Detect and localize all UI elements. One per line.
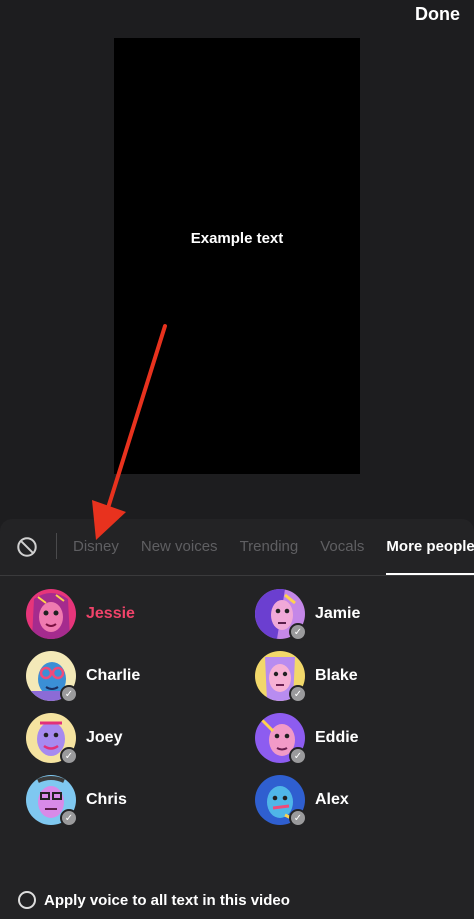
preview-text: Example text bbox=[190, 229, 284, 247]
voice-alex[interactable]: ✓ Alex bbox=[255, 775, 349, 827]
apply-radio[interactable] bbox=[18, 891, 36, 909]
voice-charlie[interactable]: ✓ Charlie bbox=[26, 651, 141, 703]
voice-eddie[interactable]: ✓ Eddie bbox=[255, 713, 359, 765]
tab-divider bbox=[56, 533, 57, 559]
voice-name: Charlie bbox=[86, 667, 141, 684]
voice-blake[interactable]: ✓ Blake bbox=[255, 651, 358, 703]
voice-name: Joey bbox=[86, 729, 123, 746]
voice-chris[interactable]: ✓ Chris bbox=[26, 775, 127, 827]
video-preview: Example text bbox=[114, 38, 360, 474]
check-icon: ✓ bbox=[289, 747, 307, 765]
voice-name: Eddie bbox=[315, 729, 359, 746]
avatar: ✓ bbox=[255, 775, 307, 827]
tab-list: Disney New voices Trending Vocals More p… bbox=[73, 519, 474, 575]
avatar: ✓ bbox=[26, 713, 78, 765]
check-icon: ✓ bbox=[289, 809, 307, 827]
voice-name: Blake bbox=[315, 667, 358, 684]
tab-disney[interactable]: Disney bbox=[73, 519, 119, 575]
avatar: ✓ bbox=[255, 589, 307, 641]
voice-name: Chris bbox=[86, 791, 127, 808]
check-icon: ✓ bbox=[60, 685, 78, 703]
check-icon: ✓ bbox=[289, 685, 307, 703]
voice-jessie[interactable]: Jessie bbox=[26, 589, 135, 639]
check-icon: ✓ bbox=[60, 747, 78, 765]
avatar: ✓ bbox=[255, 713, 307, 765]
tab-trending[interactable]: Trending bbox=[240, 519, 299, 575]
divider bbox=[0, 575, 474, 576]
tab-vocals[interactable]: Vocals bbox=[320, 519, 364, 575]
apply-label: Apply voice to all text in this video bbox=[44, 891, 290, 909]
apply-to-all-option[interactable]: Apply voice to all text in this video bbox=[18, 891, 290, 909]
avatar: ✓ bbox=[26, 651, 78, 703]
voice-category-tabs: Disney New voices Trending Vocals More p… bbox=[0, 519, 474, 575]
voice-name: Jamie bbox=[315, 605, 361, 622]
tab-more-people[interactable]: More people bbox=[386, 519, 474, 575]
voice-effects-panel: Disney New voices Trending Vocals More p… bbox=[0, 519, 474, 919]
avatar bbox=[26, 589, 76, 639]
check-icon: ✓ bbox=[289, 623, 307, 641]
voice-joey[interactable]: ✓ Joey bbox=[26, 713, 123, 765]
ban-icon[interactable] bbox=[16, 536, 38, 558]
avatar: ✓ bbox=[255, 651, 307, 703]
voice-jamie[interactable]: ✓ Jamie bbox=[255, 589, 361, 641]
check-icon: ✓ bbox=[60, 809, 78, 827]
done-button[interactable]: Done bbox=[415, 4, 460, 25]
voice-name: Jessie bbox=[86, 605, 135, 622]
avatar: ✓ bbox=[26, 775, 78, 827]
tab-new-voices[interactable]: New voices bbox=[141, 519, 218, 575]
avatar-jessie-icon bbox=[26, 589, 76, 639]
voice-name: Alex bbox=[315, 791, 349, 808]
